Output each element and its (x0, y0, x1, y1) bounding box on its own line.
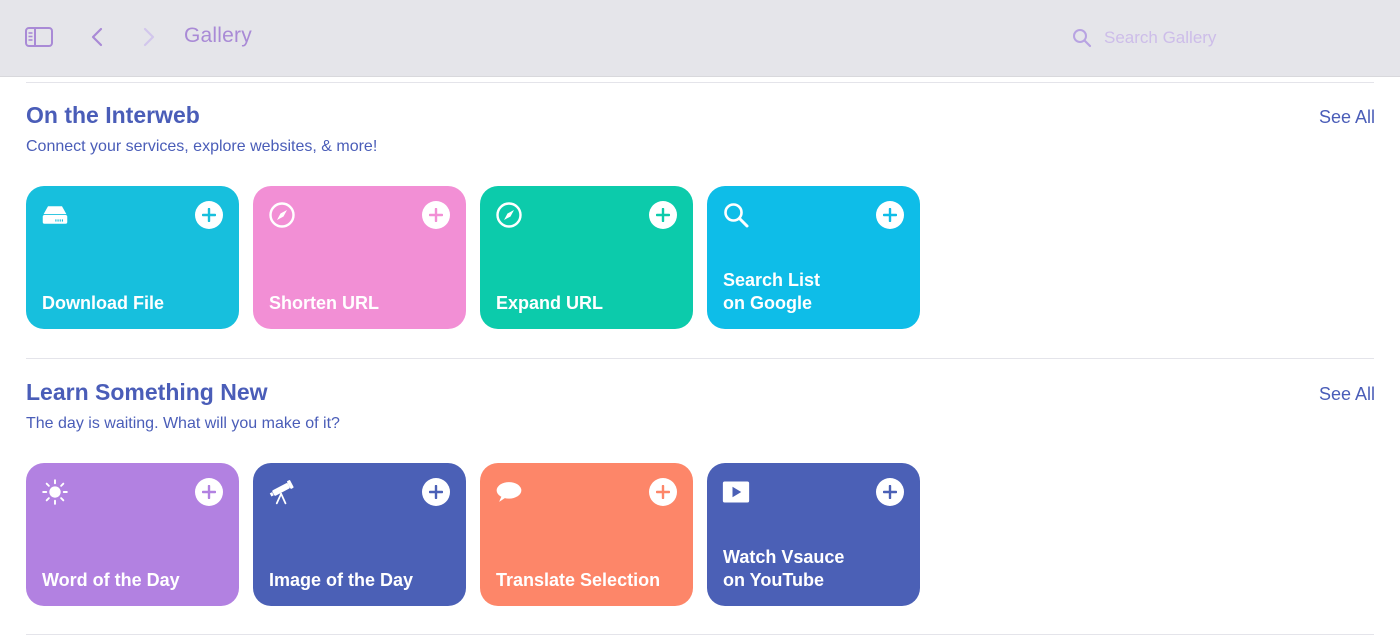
plus-icon (656, 485, 670, 499)
plus-icon (202, 208, 216, 222)
forward-button[interactable] (136, 22, 162, 52)
divider (26, 634, 1374, 635)
plus-icon (656, 208, 670, 222)
add-shortcut-button[interactable] (195, 201, 223, 229)
chevron-left-icon (91, 27, 103, 47)
add-shortcut-button[interactable] (422, 201, 450, 229)
section-subtitle: The day is waiting. What will you make o… (26, 415, 340, 432)
page-title: Gallery (184, 24, 252, 47)
section-title: On the Interweb (26, 102, 200, 128)
add-shortcut-button[interactable] (422, 478, 450, 506)
search-field[interactable] (1060, 22, 1380, 54)
sidebar-icon (25, 27, 53, 47)
back-button[interactable] (84, 22, 110, 52)
card-label: Search List on Google (723, 270, 821, 313)
shortcut-card-word-of-the-day[interactable]: Word of the Day (26, 463, 239, 606)
card-label: Watch Vsauce on YouTube (723, 547, 845, 590)
see-all-link[interactable]: See All (1319, 107, 1375, 128)
speech-bubble-icon (495, 478, 523, 506)
download-drive-icon (41, 201, 69, 229)
plus-icon (429, 208, 443, 222)
search-icon (722, 201, 750, 229)
add-shortcut-button[interactable] (195, 478, 223, 506)
add-shortcut-button[interactable] (649, 478, 677, 506)
see-all-link[interactable]: See All (1319, 384, 1375, 405)
add-shortcut-button[interactable] (876, 478, 904, 506)
compass-icon (495, 201, 523, 229)
card-label: Word of the Day (42, 570, 180, 590)
plus-icon (429, 485, 443, 499)
shortcut-card-expand-url[interactable]: Expand URL (480, 186, 693, 329)
search-icon (1073, 29, 1092, 48)
shortcut-card-image-of-the-day[interactable]: Image of the Day (253, 463, 466, 606)
sidebar-toggle-button[interactable] (22, 22, 56, 52)
telescope-icon (268, 478, 296, 506)
add-shortcut-button[interactable] (876, 201, 904, 229)
card-label: Translate Selection (496, 570, 661, 590)
card-label: Download File (42, 293, 165, 313)
divider (26, 82, 1374, 83)
shortcut-card-download-file[interactable]: Download File (26, 186, 239, 329)
plus-icon (202, 485, 216, 499)
toolbar: Gallery (0, 0, 1400, 77)
play-icon (722, 478, 750, 506)
add-shortcut-button[interactable] (649, 201, 677, 229)
shortcut-card-shorten-url[interactable]: Shorten URL (253, 186, 466, 329)
search-input[interactable] (1102, 27, 1366, 49)
card-label: Shorten URL (269, 293, 379, 313)
section-subtitle: Connect your services, explore websites,… (26, 138, 378, 155)
compass-icon (268, 201, 296, 229)
card-label: Expand URL (496, 293, 604, 313)
shortcut-card-watch-vsauce-on-youtube[interactable]: Watch Vsauce on YouTube (707, 463, 920, 606)
chevron-right-icon (143, 27, 155, 47)
section-title: Learn Something New (26, 379, 268, 405)
card-label: Image of the Day (269, 570, 414, 590)
plus-icon (883, 485, 897, 499)
shortcut-card-translate-selection[interactable]: Translate Selection (480, 463, 693, 606)
shortcut-card-search-list-on-google[interactable]: Search List on Google (707, 186, 920, 329)
divider (26, 358, 1374, 359)
plus-icon (883, 208, 897, 222)
sun-icon (41, 478, 69, 506)
